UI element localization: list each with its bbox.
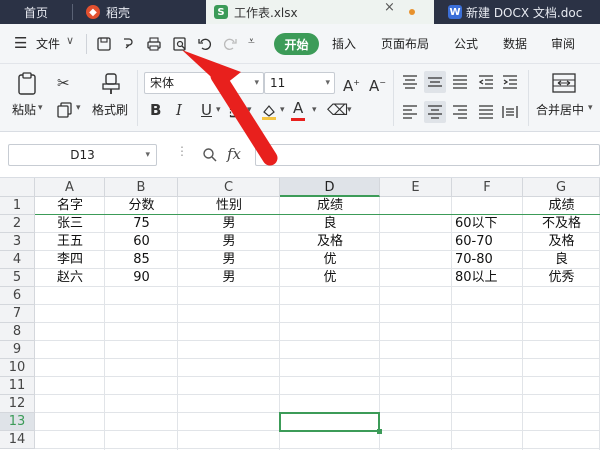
annotation-arrow [182,50,278,166]
annotation-arrow-shaft [210,68,278,166]
annotation-arrow-head [182,50,241,87]
